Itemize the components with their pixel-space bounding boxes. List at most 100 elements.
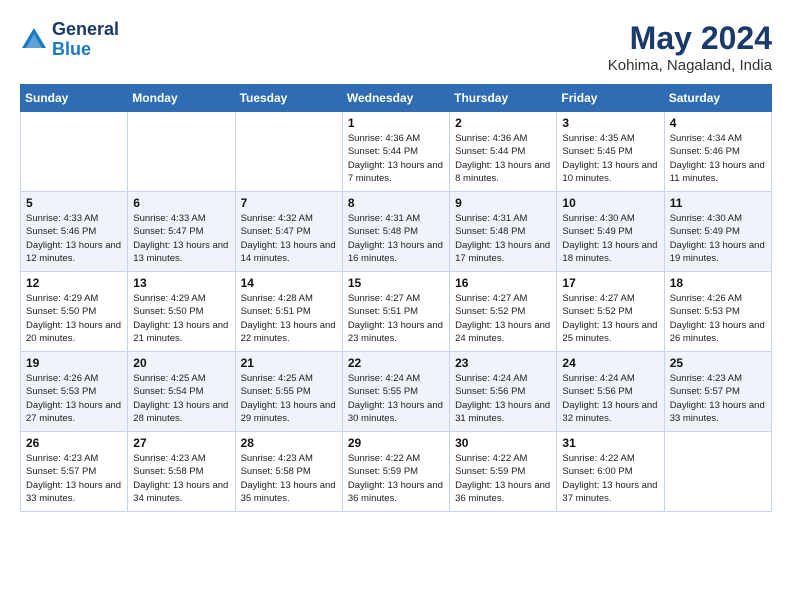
calendar-cell: 13Sunrise: 4:29 AM Sunset: 5:50 PM Dayli… xyxy=(128,272,235,352)
calendar-cell: 18 Sunrise: 4:26 AM Sunset: 5:53 PM Dayli… xyxy=(664,272,771,352)
logo-text: General Blue xyxy=(52,20,119,60)
calendar-cell xyxy=(235,112,342,192)
logo: General Blue xyxy=(20,20,119,60)
calendar-cell: 26 Sunrise: 4:23 AM Sunset: 5:57 PM Dayli… xyxy=(21,432,128,512)
day-info: Sunrise: 4:22 AM Sunset: 5:59 PM Dayligh… xyxy=(348,452,444,505)
weekday-header-sunday: Sunday xyxy=(21,85,128,112)
day-info: Sunrise: 4:36 AM Sunset: 5:44 PM Dayligh… xyxy=(348,132,444,185)
calendar-week-row: 26 Sunrise: 4:23 AM Sunset: 5:57 PM Dayli… xyxy=(21,432,772,512)
day-number: 14 xyxy=(241,276,337,290)
day-info: Sunrise: 4:34 AM Sunset: 5:46 PM Dayligh… xyxy=(670,132,766,185)
day-number: 17 xyxy=(562,276,658,290)
day-number: 28 xyxy=(241,436,337,450)
day-number: 3 xyxy=(562,116,658,130)
day-number: 2 xyxy=(455,116,551,130)
day-number: 8 xyxy=(348,196,444,210)
weekday-header-tuesday: Tuesday xyxy=(235,85,342,112)
weekday-header-friday: Friday xyxy=(557,85,664,112)
day-number: 30 xyxy=(455,436,551,450)
calendar-cell: 1 Sunrise: 4:36 AM Sunset: 5:44 PM Daylig… xyxy=(342,112,449,192)
day-number: 19 xyxy=(26,356,122,370)
day-number: 21 xyxy=(241,356,337,370)
calendar-cell: 3 Sunrise: 4:35 AM Sunset: 5:45 PM Daylig… xyxy=(557,112,664,192)
calendar-week-row: 12Sunrise: 4:29 AM Sunset: 5:50 PM Dayli… xyxy=(21,272,772,352)
calendar-cell: 17 Sunrise: 4:27 AM Sunset: 5:52 PM Dayli… xyxy=(557,272,664,352)
day-number: 4 xyxy=(670,116,766,130)
day-number: 26 xyxy=(26,436,122,450)
day-number: 27 xyxy=(133,436,229,450)
day-number: 18 xyxy=(670,276,766,290)
day-number: 15 xyxy=(348,276,444,290)
day-number: 25 xyxy=(670,356,766,370)
calendar-cell: 16Sunrise: 4:27 AM Sunset: 5:52 PM Dayli… xyxy=(450,272,557,352)
weekday-header-row: SundayMondayTuesdayWednesdayThursdayFrid… xyxy=(21,85,772,112)
calendar-cell: 25Sunrise: 4:23 AM Sunset: 5:57 PM Dayli… xyxy=(664,352,771,432)
day-number: 22 xyxy=(348,356,444,370)
day-info: Sunrise: 4:26 AM Sunset: 5:53 PM Dayligh… xyxy=(670,292,766,345)
day-number: 6 xyxy=(133,196,229,210)
month-year-title: May 2024 xyxy=(608,20,772,57)
day-info: Sunrise: 4:24 AM Sunset: 5:56 PM Dayligh… xyxy=(455,372,551,425)
day-info: Sunrise: 4:32 AM Sunset: 5:47 PM Dayligh… xyxy=(241,212,337,265)
calendar-cell xyxy=(664,432,771,512)
day-info: Sunrise: 4:30 AM Sunset: 5:49 PM Dayligh… xyxy=(562,212,658,265)
day-info: Sunrise: 4:23 AM Sunset: 5:57 PM Dayligh… xyxy=(26,452,122,505)
day-info: Sunrise: 4:29 AM Sunset: 5:50 PM Dayligh… xyxy=(26,292,122,345)
day-info: Sunrise: 4:33 AM Sunset: 5:47 PM Dayligh… xyxy=(133,212,229,265)
calendar-cell: 6 Sunrise: 4:33 AM Sunset: 5:47 PM Daylig… xyxy=(128,192,235,272)
day-info: Sunrise: 4:27 AM Sunset: 5:52 PM Dayligh… xyxy=(562,292,658,345)
location-subtitle: Kohima, Nagaland, India xyxy=(608,57,772,74)
day-info: Sunrise: 4:29 AM Sunset: 5:50 PM Dayligh… xyxy=(133,292,229,345)
day-info: Sunrise: 4:23 AM Sunset: 5:58 PM Dayligh… xyxy=(133,452,229,505)
day-number: 7 xyxy=(241,196,337,210)
day-info: Sunrise: 4:28 AM Sunset: 5:51 PM Dayligh… xyxy=(241,292,337,345)
day-info: Sunrise: 4:25 AM Sunset: 5:55 PM Dayligh… xyxy=(241,372,337,425)
calendar-week-row: 1 Sunrise: 4:36 AM Sunset: 5:44 PM Daylig… xyxy=(21,112,772,192)
day-number: 1 xyxy=(348,116,444,130)
calendar-cell: 15Sunrise: 4:27 AM Sunset: 5:51 PM Dayli… xyxy=(342,272,449,352)
calendar-cell: 28 Sunrise: 4:23 AM Sunset: 5:58 PM Dayli… xyxy=(235,432,342,512)
day-number: 11 xyxy=(670,196,766,210)
day-number: 31 xyxy=(562,436,658,450)
calendar-cell: 29 Sunrise: 4:22 AM Sunset: 5:59 PM Dayli… xyxy=(342,432,449,512)
calendar-cell: 20 Sunrise: 4:25 AM Sunset: 5:54 PM Dayli… xyxy=(128,352,235,432)
calendar-cell: 24Sunrise: 4:24 AM Sunset: 5:56 PM Dayli… xyxy=(557,352,664,432)
calendar-cell xyxy=(128,112,235,192)
calendar-cell: 11Sunrise: 4:30 AM Sunset: 5:49 PM Dayli… xyxy=(664,192,771,272)
calendar-cell: 2 Sunrise: 4:36 AM Sunset: 5:44 PM Daylig… xyxy=(450,112,557,192)
day-number: 5 xyxy=(26,196,122,210)
calendar-cell: 21 Sunrise: 4:25 AM Sunset: 5:55 PM Dayli… xyxy=(235,352,342,432)
calendar-cell: 12Sunrise: 4:29 AM Sunset: 5:50 PM Dayli… xyxy=(21,272,128,352)
weekday-header-saturday: Saturday xyxy=(664,85,771,112)
calendar-cell xyxy=(21,112,128,192)
day-number: 16 xyxy=(455,276,551,290)
day-number: 29 xyxy=(348,436,444,450)
calendar-cell: 31 Sunrise: 4:22 AM Sunset: 6:00 PM Dayli… xyxy=(557,432,664,512)
calendar-cell: 27 Sunrise: 4:23 AM Sunset: 5:58 PM Dayli… xyxy=(128,432,235,512)
day-info: Sunrise: 4:24 AM Sunset: 5:56 PM Dayligh… xyxy=(562,372,658,425)
day-info: Sunrise: 4:25 AM Sunset: 5:54 PM Dayligh… xyxy=(133,372,229,425)
calendar-week-row: 19 Sunrise: 4:26 AM Sunset: 5:53 PM Dayli… xyxy=(21,352,772,432)
day-number: 9 xyxy=(455,196,551,210)
page-header: General Blue May 2024 Kohima, Nagaland, … xyxy=(20,20,772,74)
weekday-header-wednesday: Wednesday xyxy=(342,85,449,112)
calendar-cell: 9 Sunrise: 4:31 AM Sunset: 5:48 PM Daylig… xyxy=(450,192,557,272)
day-info: Sunrise: 4:26 AM Sunset: 5:53 PM Dayligh… xyxy=(26,372,122,425)
day-number: 20 xyxy=(133,356,229,370)
day-number: 10 xyxy=(562,196,658,210)
calendar-cell: 14 Sunrise: 4:28 AM Sunset: 5:51 PM Dayli… xyxy=(235,272,342,352)
day-info: Sunrise: 4:23 AM Sunset: 5:58 PM Dayligh… xyxy=(241,452,337,505)
calendar-cell: 5 Sunrise: 4:33 AM Sunset: 5:46 PM Daylig… xyxy=(21,192,128,272)
day-info: Sunrise: 4:24 AM Sunset: 5:55 PM Dayligh… xyxy=(348,372,444,425)
day-info: Sunrise: 4:31 AM Sunset: 5:48 PM Dayligh… xyxy=(455,212,551,265)
title-block: May 2024 Kohima, Nagaland, India xyxy=(608,20,772,74)
day-info: Sunrise: 4:22 AM Sunset: 6:00 PM Dayligh… xyxy=(562,452,658,505)
calendar-cell: 19 Sunrise: 4:26 AM Sunset: 5:53 PM Dayli… xyxy=(21,352,128,432)
calendar-cell: 8Sunrise: 4:31 AM Sunset: 5:48 PM Daylig… xyxy=(342,192,449,272)
calendar-week-row: 5 Sunrise: 4:33 AM Sunset: 5:46 PM Daylig… xyxy=(21,192,772,272)
calendar-cell: 30Sunrise: 4:22 AM Sunset: 5:59 PM Dayli… xyxy=(450,432,557,512)
day-info: Sunrise: 4:35 AM Sunset: 5:45 PM Dayligh… xyxy=(562,132,658,185)
day-info: Sunrise: 4:33 AM Sunset: 5:46 PM Dayligh… xyxy=(26,212,122,265)
day-info: Sunrise: 4:36 AM Sunset: 5:44 PM Dayligh… xyxy=(455,132,551,185)
calendar-table: SundayMondayTuesdayWednesdayThursdayFrid… xyxy=(20,84,772,512)
